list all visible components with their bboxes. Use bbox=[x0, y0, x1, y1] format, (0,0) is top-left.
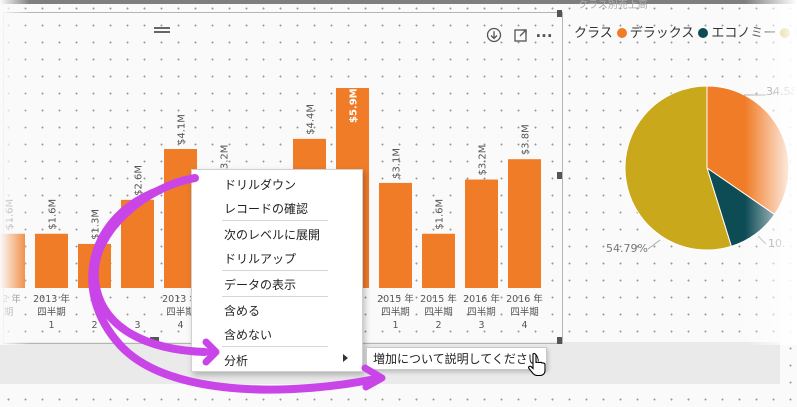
x-tick-label: 四半期 bbox=[381, 306, 410, 318]
bar-data-label: $4.4M bbox=[306, 104, 317, 135]
bar-data-label: $3.8M bbox=[521, 124, 532, 155]
x-tick-label: 2 bbox=[91, 320, 97, 331]
menu-divider bbox=[222, 220, 328, 221]
menu-item-drill-up[interactable]: ドリルアップ bbox=[224, 250, 296, 267]
x-tick-label: 2015 年 bbox=[377, 293, 414, 305]
pie-data-label: 54.79% bbox=[606, 242, 648, 255]
menu-divider bbox=[222, 296, 328, 297]
bar-data-label: $1.3M bbox=[91, 209, 102, 240]
bar[interactable] bbox=[508, 159, 541, 288]
x-tick-label: 4 bbox=[177, 320, 183, 331]
submenu-item-label: 増加について説明してください bbox=[373, 352, 540, 366]
bar-data-label: $5.9M bbox=[349, 88, 360, 123]
bar-data-label: $1.6M bbox=[48, 199, 59, 230]
menu-item-show-data[interactable]: データの表示 bbox=[224, 276, 296, 293]
x-tick-label: 3 bbox=[478, 320, 484, 331]
x-tick-label: 四半期 bbox=[424, 306, 453, 318]
x-tick-label: 四半期 bbox=[37, 306, 66, 318]
bar[interactable] bbox=[465, 179, 498, 288]
menu-divider bbox=[222, 270, 328, 271]
submenu-arrow-icon bbox=[343, 354, 348, 362]
x-tick-label: 四半期 bbox=[467, 306, 496, 318]
resize-handle[interactable] bbox=[557, 10, 562, 17]
menu-item-drill-down[interactable]: ドリルダウン bbox=[224, 176, 296, 193]
menu-item-see-records[interactable]: レコードの確認 bbox=[224, 200, 308, 217]
bar-data-label: $4.1M bbox=[177, 114, 188, 145]
x-tick-label: 1 bbox=[48, 320, 54, 331]
bar-data-label: $1.6M bbox=[435, 199, 446, 230]
resize-handle[interactable] bbox=[150, 337, 159, 342]
resize-handle[interactable] bbox=[557, 337, 562, 344]
bar-data-label: $2.6M bbox=[134, 165, 145, 196]
x-tick-label: 四半期 bbox=[510, 306, 539, 318]
bar[interactable] bbox=[78, 243, 111, 288]
x-tick-label: 4 bbox=[521, 320, 527, 331]
bar[interactable] bbox=[422, 233, 455, 288]
bar[interactable] bbox=[35, 233, 68, 288]
bar-data-label: $3.1M bbox=[392, 148, 403, 179]
menu-item-expand-next-level[interactable]: 次のレベルに展開 bbox=[224, 226, 320, 243]
right-fade bbox=[745, 0, 797, 345]
hand-cursor-icon bbox=[528, 353, 546, 376]
menu-item-include[interactable]: 含める bbox=[224, 302, 260, 319]
bar[interactable] bbox=[121, 199, 154, 288]
x-tick-label: 1 bbox=[392, 320, 398, 331]
x-tick-label: 年 bbox=[90, 293, 100, 305]
pie-leader-line bbox=[647, 239, 661, 250]
bar-data-label: $3.2M bbox=[478, 145, 489, 176]
resize-handle[interactable] bbox=[557, 172, 562, 179]
menu-divider bbox=[222, 346, 328, 347]
x-tick-label: 2016 年 bbox=[463, 293, 500, 305]
x-tick-label: 2013 年 bbox=[33, 293, 70, 305]
left-fade bbox=[0, 0, 30, 345]
submenu-explain-increase[interactable]: 増加について説明してください bbox=[366, 347, 547, 370]
x-tick-label: 2 bbox=[435, 320, 441, 331]
bar[interactable] bbox=[379, 182, 412, 288]
x-tick-label: 3 bbox=[134, 320, 140, 331]
x-tick-label: 2015 年 bbox=[420, 293, 457, 305]
menu-item-exclude[interactable]: 含めない bbox=[224, 326, 272, 343]
x-tick-label: 2016 年 bbox=[506, 293, 543, 305]
menu-item-analyze[interactable]: 分析 bbox=[224, 352, 248, 369]
context-menu: ドリルダウン レコードの確認 次のレベルに展開 ドリルアップ データの表示 含め… bbox=[191, 169, 363, 372]
